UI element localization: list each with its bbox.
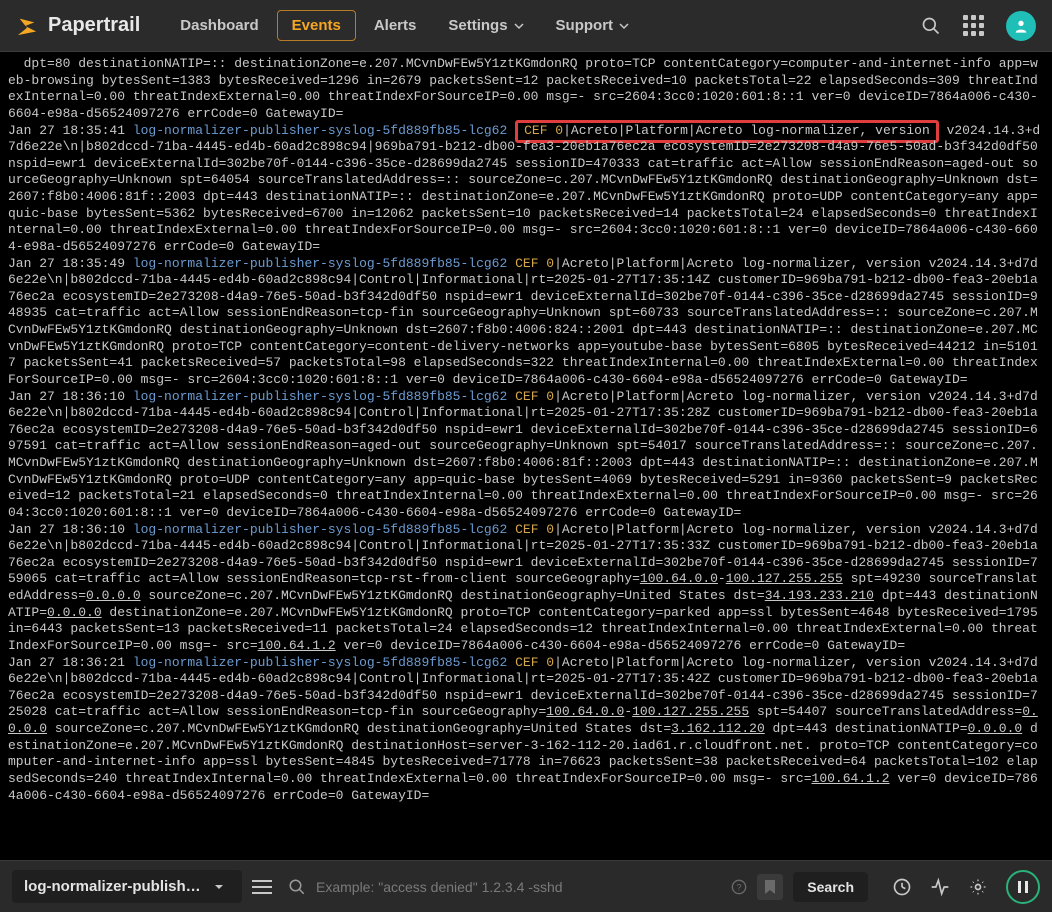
brand-label: Papertrail <box>48 14 140 37</box>
nav-settings[interactable]: Settings <box>434 11 537 40</box>
main-nav: Dashboard Events Alerts Settings Support <box>166 10 643 41</box>
solarwinds-icon <box>16 15 38 37</box>
nav-settings-label: Settings <box>448 17 507 34</box>
source-label: log-normalizer-publisher-sy... <box>24 878 204 895</box>
chevron-down-icon <box>619 21 629 31</box>
search-icon <box>288 878 306 896</box>
clock-icon[interactable] <box>892 877 912 897</box>
nav-dashboard[interactable]: Dashboard <box>166 11 272 40</box>
nav-support-label: Support <box>556 17 614 34</box>
help-icon[interactable]: ? <box>731 879 747 895</box>
caret-down-icon <box>214 882 224 892</box>
bookmark-icon[interactable] <box>757 874 783 900</box>
source-selector[interactable]: log-normalizer-publisher-sy... <box>12 870 242 903</box>
nav-support[interactable]: Support <box>542 11 644 40</box>
nav-events[interactable]: Events <box>277 10 356 41</box>
header-actions <box>921 11 1036 41</box>
user-icon <box>1013 18 1029 34</box>
brand[interactable]: Papertrail <box>16 14 140 37</box>
log-viewer[interactable]: dpt=80 destinationNATIP=:: destinationZo… <box>0 52 1052 860</box>
search-button[interactable]: Search <box>793 872 868 902</box>
nav-alerts[interactable]: Alerts <box>360 11 431 40</box>
chevron-down-icon <box>514 21 524 31</box>
menu-icon[interactable] <box>252 879 272 895</box>
svg-text:?: ? <box>737 882 742 892</box>
top-nav: Papertrail Dashboard Events Alerts Setti… <box>0 0 1052 52</box>
search-icon[interactable] <box>921 16 941 36</box>
gear-icon[interactable] <box>968 877 988 897</box>
search-input[interactable] <box>316 879 721 895</box>
footer-tools <box>892 870 1040 904</box>
avatar[interactable] <box>1006 11 1036 41</box>
activity-icon[interactable] <box>930 877 950 897</box>
pause-button[interactable] <box>1006 870 1040 904</box>
apps-icon[interactable] <box>963 15 984 36</box>
search-bar: ? Search <box>282 872 874 902</box>
bottom-bar: log-normalizer-publisher-sy... ? Search <box>0 860 1052 912</box>
